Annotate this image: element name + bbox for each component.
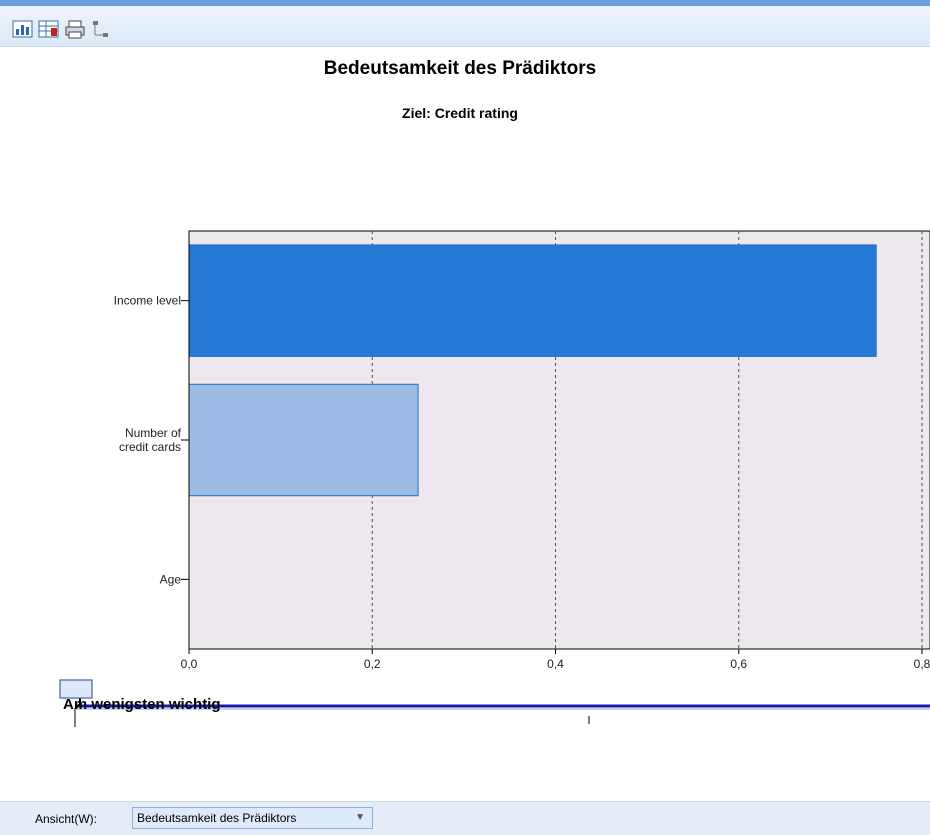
x-axis-ticks: 0,0 0,2 0,4 0,6 0,8 bbox=[181, 649, 930, 671]
category-label: Number of credit cards bbox=[119, 426, 182, 454]
importance-chart: Income level Number of credit cards Age 0,0… bbox=[59, 230, 930, 727]
bar-number-of-credit-cards[interactable] bbox=[188, 383, 419, 497]
x-tick-label: 0,6 bbox=[730, 657, 747, 671]
x-tick-label: 0,2 bbox=[364, 657, 381, 671]
x-tick-label: 0,0 bbox=[181, 657, 198, 671]
category-labels: Income level Number of credit cards Age bbox=[114, 294, 189, 586]
view-dropdown-value: Bedeutsamkeit des Prädiktors bbox=[137, 811, 297, 825]
slider-label: Am wenigsten wichtig bbox=[63, 696, 221, 713]
view-label: Ansicht(W): bbox=[35, 812, 98, 826]
category-label: Income level bbox=[114, 294, 181, 308]
chevron-down-icon: ▼ bbox=[355, 812, 365, 823]
view-dropdown[interactable]: Bedeutsamkeit des Prädiktors ▼ bbox=[132, 807, 373, 829]
x-tick-label: 0,4 bbox=[547, 657, 564, 671]
x-tick-label: 0,8 bbox=[914, 657, 930, 671]
status-bar: Ansicht(W): Bedeutsamkeit des Prädiktors… bbox=[0, 801, 930, 835]
category-label: Age bbox=[160, 572, 182, 586]
bar-income-level[interactable] bbox=[188, 244, 877, 357]
